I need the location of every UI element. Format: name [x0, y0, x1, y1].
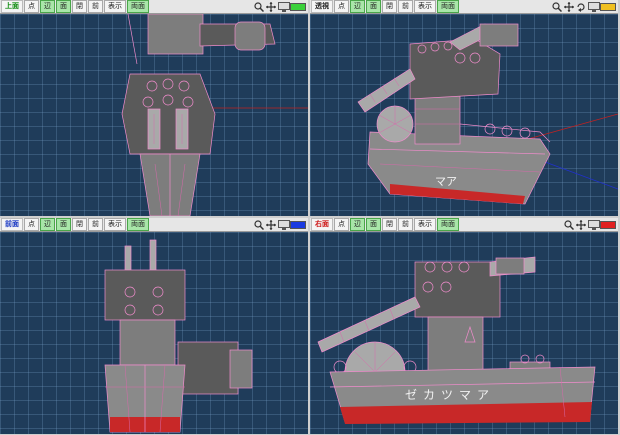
face-toggle[interactable]: 面 [366, 0, 381, 13]
vertex-toggle[interactable]: 点 [24, 218, 39, 231]
monitor-icon[interactable] [588, 219, 600, 230]
viewport-canvas-front[interactable] [0, 232, 308, 434]
zoom-icon[interactable] [254, 1, 264, 12]
double-side-toggle[interactable]: 両面 [437, 218, 459, 231]
edge-toggle[interactable]: 辺 [40, 218, 55, 231]
vertex-toggle[interactable]: 点 [334, 0, 349, 13]
viewport-front: 前面 点 辺 面 閉 前 表示 両面 [0, 218, 308, 434]
double-side-toggle[interactable]: 両面 [127, 218, 149, 231]
modeler-window: 上面 点 辺 面 閉 前 表示 両面 透視 点 辺 面 閉 前 表示 両面 マア… [0, 0, 620, 435]
display-button[interactable]: 表示 [414, 0, 436, 13]
viewport-toolbar: 右面 点 辺 面 閉 前 表示 両面 [310, 218, 618, 232]
edge-toggle[interactable]: 辺 [350, 218, 365, 231]
front-toggle[interactable]: 前 [88, 218, 103, 231]
zoom-icon[interactable] [254, 219, 264, 230]
view-label-perspective[interactable]: 透視 [311, 0, 333, 13]
move-icon[interactable] [564, 1, 574, 12]
front-toggle[interactable]: 前 [398, 0, 413, 13]
hull-text-side: ゼカツマア [405, 388, 495, 402]
zoom-icon[interactable] [564, 219, 574, 230]
view-color-swatch [290, 2, 306, 11]
hide-toggle[interactable]: 閉 [72, 218, 87, 231]
hide-toggle[interactable]: 閉 [382, 218, 397, 231]
edge-toggle[interactable]: 辺 [40, 0, 55, 13]
face-toggle[interactable]: 面 [56, 218, 71, 231]
display-button[interactable]: 表示 [104, 218, 126, 231]
viewport-right: 右面 点 辺 面 閉 前 表示 両面 ゼカツマア [310, 218, 618, 434]
display-button[interactable]: 表示 [414, 218, 436, 231]
move-icon[interactable] [576, 219, 586, 230]
view-label-front[interactable]: 前面 [1, 218, 23, 231]
hull-text-perspective: マア [435, 175, 457, 188]
viewport-toolbar: 上面 点 辺 面 閉 前 表示 両面 [0, 0, 308, 14]
display-button[interactable]: 表示 [104, 0, 126, 13]
viewport-toolbar: 透視 点 辺 面 閉 前 表示 両面 [310, 0, 618, 14]
edge-toggle[interactable]: 辺 [350, 0, 365, 13]
hide-toggle[interactable]: 閉 [72, 0, 87, 13]
viewport-toolbar: 前面 点 辺 面 閉 前 表示 両面 [0, 218, 308, 232]
front-toggle[interactable]: 前 [398, 218, 413, 231]
rotate-icon[interactable] [576, 2, 586, 12]
monitor-icon[interactable] [588, 1, 600, 12]
move-icon[interactable] [266, 1, 276, 12]
view-label-top[interactable]: 上面 [1, 0, 23, 13]
viewport-canvas-perspective[interactable]: マア [310, 14, 618, 216]
hide-toggle[interactable]: 閉 [382, 0, 397, 13]
monitor-icon[interactable] [278, 1, 290, 12]
double-side-toggle[interactable]: 両面 [127, 0, 149, 13]
viewport-canvas-top[interactable] [0, 14, 308, 216]
double-side-toggle[interactable]: 両面 [437, 0, 459, 13]
vertex-toggle[interactable]: 点 [24, 0, 39, 13]
face-toggle[interactable]: 面 [56, 0, 71, 13]
viewport-canvas-right[interactable]: ゼカツマア [310, 232, 618, 434]
view-color-swatch [600, 220, 616, 229]
front-toggle[interactable]: 前 [88, 0, 103, 13]
viewport-perspective: 透視 点 辺 面 閉 前 表示 両面 マア [310, 0, 618, 216]
zoom-icon[interactable] [552, 1, 562, 12]
view-color-swatch [290, 220, 306, 229]
move-icon[interactable] [266, 219, 276, 230]
view-label-right[interactable]: 右面 [311, 218, 333, 231]
view-color-swatch [600, 2, 616, 11]
monitor-icon[interactable] [278, 219, 290, 230]
face-toggle[interactable]: 面 [366, 218, 381, 231]
vertex-toggle[interactable]: 点 [334, 218, 349, 231]
viewport-top: 上面 点 辺 面 閉 前 表示 両面 [0, 0, 308, 216]
